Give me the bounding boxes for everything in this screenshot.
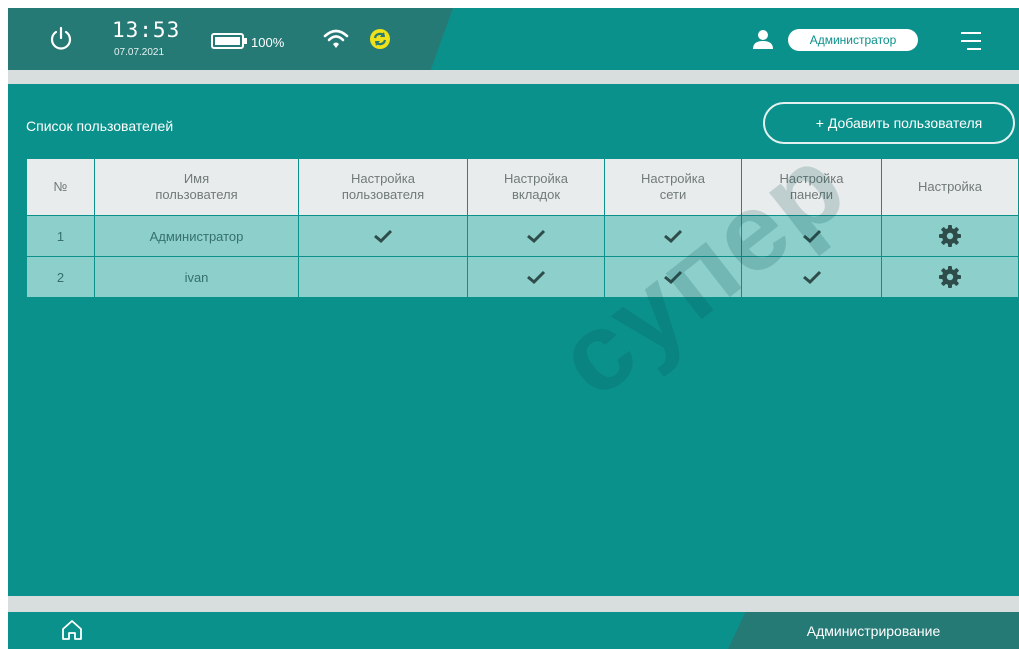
table-row[interactable]: 2 ivan (26, 256, 1019, 298)
col-header-username: Имя пользователя (94, 158, 299, 216)
table-header-row: № Имя пользователя Настройка пользователя … (26, 158, 1019, 216)
col-header-number: № (26, 158, 95, 216)
clock-time: 13:53 (112, 18, 181, 42)
col-header-settings: Настройка (881, 158, 1019, 216)
col-header-network-settings: Настройка сети (604, 158, 742, 216)
panel-settings-cell (741, 215, 882, 257)
row-number: 2 (26, 256, 95, 298)
gear-icon[interactable] (938, 265, 962, 289)
row-username: Администратор (94, 215, 299, 257)
section-label[interactable]: Администрирование (728, 623, 1019, 639)
users-table: № Имя пользователя Настройка пользователя … (26, 158, 1019, 298)
battery-icon (211, 33, 247, 49)
check-icon (802, 230, 821, 244)
table-row[interactable]: 1 Администратор (26, 215, 1019, 257)
check-icon (527, 271, 546, 285)
menu-icon[interactable] (959, 29, 983, 53)
app-frame: 13:53 07.07.2021 100% Администратор Спис… (8, 8, 1019, 649)
check-icon (664, 271, 683, 285)
check-icon (527, 230, 546, 244)
page-title: Список пользователей (26, 118, 174, 134)
status-bar: 13:53 07.07.2021 100% Администратор (8, 8, 1019, 70)
power-icon[interactable] (48, 26, 74, 52)
add-user-button[interactable]: + Добавить пользователя (763, 102, 1015, 144)
gear-icon[interactable] (938, 224, 962, 248)
check-icon (802, 271, 821, 285)
check-icon (664, 230, 683, 244)
row-username: ivan (94, 256, 299, 298)
check-icon (374, 230, 393, 244)
network-settings-cell (604, 256, 742, 298)
tab-settings-cell (467, 215, 605, 257)
network-settings-cell (604, 215, 742, 257)
panel-settings-cell (741, 256, 882, 298)
battery-level: 100% (251, 35, 285, 50)
current-user-badge[interactable]: Администратор (788, 29, 918, 51)
tab-settings-cell (467, 256, 605, 298)
home-icon[interactable] (60, 618, 84, 642)
wifi-icon (323, 29, 349, 48)
col-header-user-settings: Настройка пользователя (298, 158, 468, 216)
top-divider (8, 70, 1019, 84)
sync-icon[interactable] (369, 28, 391, 50)
bottom-divider (8, 596, 1019, 612)
clock-date: 07.07.2021 (114, 47, 165, 58)
settings-cell (881, 215, 1019, 257)
user-settings-cell (298, 256, 468, 298)
user-icon (753, 30, 773, 49)
bottom-bar: Администрирование (8, 612, 1019, 649)
row-number: 1 (26, 215, 95, 257)
col-header-panel-settings: Настройка панели (741, 158, 882, 216)
col-header-tab-settings: Настройка вкладок (467, 158, 605, 216)
settings-cell (881, 256, 1019, 298)
user-settings-cell (298, 215, 468, 257)
